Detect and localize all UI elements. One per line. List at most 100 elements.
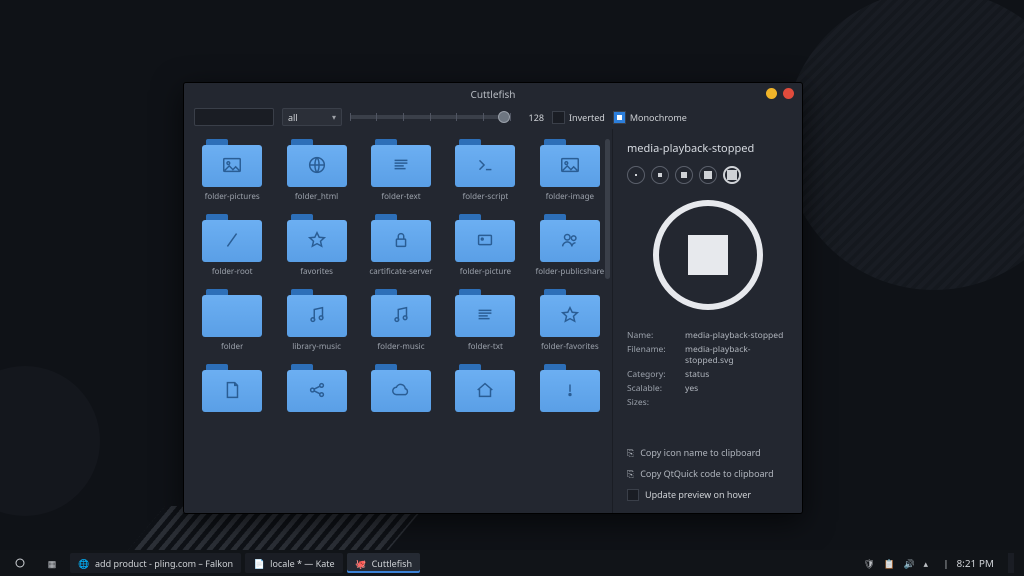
size-preview-s[interactable] (651, 166, 669, 184)
icon-cell[interactable]: folder-txt (445, 285, 525, 356)
category-filter-combo[interactable]: all ▾ (282, 108, 342, 126)
toolbar: all ▾ 128 Inverted Monochrome (184, 105, 802, 129)
window-title: Cuttlefish (471, 87, 516, 101)
icon-label: folder-text (381, 191, 420, 202)
folder-icon (371, 289, 431, 337)
folder-icon (202, 289, 262, 337)
folder-icon (371, 214, 431, 262)
copy-qtquick-action[interactable]: ⎘ Copy QtQuick code to clipboard (627, 467, 788, 480)
volume-icon[interactable]: 🔊 (903, 557, 915, 569)
folder-icon (540, 139, 600, 187)
folder-icon (287, 139, 347, 187)
folder-icon (540, 364, 600, 412)
taskbar-item[interactable]: 🌐add product - pling.com – Falkon (70, 553, 241, 573)
folder-icon (287, 364, 347, 412)
icon-label: folder-picture (460, 266, 511, 277)
icon-cell[interactable]: folder (192, 285, 272, 356)
taskbar-item[interactable]: 📄locale * — Kate (245, 553, 342, 573)
kv-cat-v: status (685, 369, 788, 380)
kv-cat-k: Category: (627, 369, 679, 380)
minimize-button[interactable] (766, 88, 777, 99)
clock[interactable]: 8:21 PM (956, 556, 994, 570)
icon-cell[interactable]: cartificate-server (361, 210, 441, 281)
folder-icon (455, 289, 515, 337)
size-preview-xs[interactable] (627, 166, 645, 184)
shield-icon[interactable]: 🛡 (863, 557, 875, 569)
icon-cell[interactable]: library-music (276, 285, 356, 356)
size-preview-xl[interactable] (723, 166, 741, 184)
star-icon (550, 299, 590, 331)
icon-cell[interactable]: folder-pictures (192, 135, 272, 206)
hover-update-checkbox[interactable]: Update preview on hover (627, 488, 788, 501)
image-icon (550, 149, 590, 181)
cloud-icon (381, 374, 421, 406)
taskbar-item-label: Cuttlefish (372, 557, 412, 570)
icon-cell[interactable]: favorites (276, 210, 356, 281)
titlebar[interactable]: Cuttlefish (184, 83, 802, 105)
note-icon (381, 299, 421, 331)
size-preview-m[interactable] (675, 166, 693, 184)
tray-chevron-icon[interactable]: ▴ (923, 557, 935, 569)
folder-icon (455, 139, 515, 187)
inverted-checkbox[interactable] (552, 111, 565, 124)
copy-icon-name-action[interactable]: ⎘ Copy icon name to clipboard (627, 446, 788, 459)
image-sm-icon (465, 224, 505, 256)
none-icon (212, 299, 252, 331)
icon-cell[interactable]: folder-music (361, 285, 441, 356)
kv-name-v: media-playback-stopped (685, 330, 788, 341)
clipboard-icon[interactable]: 📋 (883, 557, 895, 569)
icon-cell[interactable] (530, 360, 610, 420)
icon-cell[interactable]: folder-text (361, 135, 441, 206)
icon-cell[interactable]: folder-image (530, 135, 610, 206)
monochrome-checkbox[interactable] (613, 111, 626, 124)
kv-scal-v: yes (685, 383, 788, 394)
close-button[interactable] (783, 88, 794, 99)
icon-cell[interactable] (361, 360, 441, 420)
icon-label: folder-root (212, 266, 253, 277)
icon-label: folder (221, 341, 243, 352)
folder-icon (371, 139, 431, 187)
slider-thumb[interactable] (498, 111, 510, 123)
icon-cell[interactable]: folder-script (445, 135, 525, 206)
folder-icon (287, 214, 347, 262)
taskbar-item[interactable]: 🐙Cuttlefish (347, 553, 420, 573)
lines-icon (381, 149, 421, 181)
folder-icon (202, 364, 262, 412)
apps-button[interactable]: ▦ (38, 553, 66, 573)
icon-cell[interactable] (445, 360, 525, 420)
icon-label: library-music (292, 341, 341, 352)
share-icon (297, 374, 337, 406)
icon-label: folder-image (546, 191, 594, 202)
monochrome-label: Monochrome (630, 111, 687, 124)
star-icon (297, 224, 337, 256)
slash-icon (212, 224, 252, 256)
size-slider[interactable] (350, 115, 510, 119)
icon-cell[interactable]: folder-publicshare (530, 210, 610, 281)
inverted-label: Inverted (569, 111, 605, 124)
icon-cell[interactable]: folder-picture (445, 210, 525, 281)
icon-cell[interactable] (276, 360, 356, 420)
filter-label: all (288, 111, 298, 124)
size-preview-l[interactable] (699, 166, 717, 184)
icon-cell[interactable]: folder-favorites (530, 285, 610, 356)
folder-icon (202, 139, 262, 187)
icon-cell[interactable]: folder_html (276, 135, 356, 206)
folder-icon (287, 289, 347, 337)
start-button[interactable] (6, 553, 34, 573)
icon-cell[interactable] (192, 360, 272, 420)
large-preview-icon (653, 200, 763, 310)
folder-icon (455, 214, 515, 262)
folder-icon (371, 364, 431, 412)
copy-icon: ⎘ (627, 467, 634, 480)
people-icon (550, 224, 590, 256)
search-input[interactable] (194, 108, 274, 126)
icon-cell[interactable]: folder-root (192, 210, 272, 281)
show-desktop-button[interactable] (1008, 553, 1014, 573)
icon-grid: folder-pictures folder_html folder-text … (192, 135, 610, 420)
taskbar: ▦ 🌐add product - pling.com – Falkon📄loca… (0, 550, 1024, 576)
kv-name-k: Name: (627, 330, 679, 341)
falkon-icon: 🌐 (78, 557, 90, 569)
icon-label: folder-script (462, 191, 508, 202)
grid-scrollbar[interactable] (605, 139, 610, 279)
icon-label: favorites (300, 266, 333, 277)
